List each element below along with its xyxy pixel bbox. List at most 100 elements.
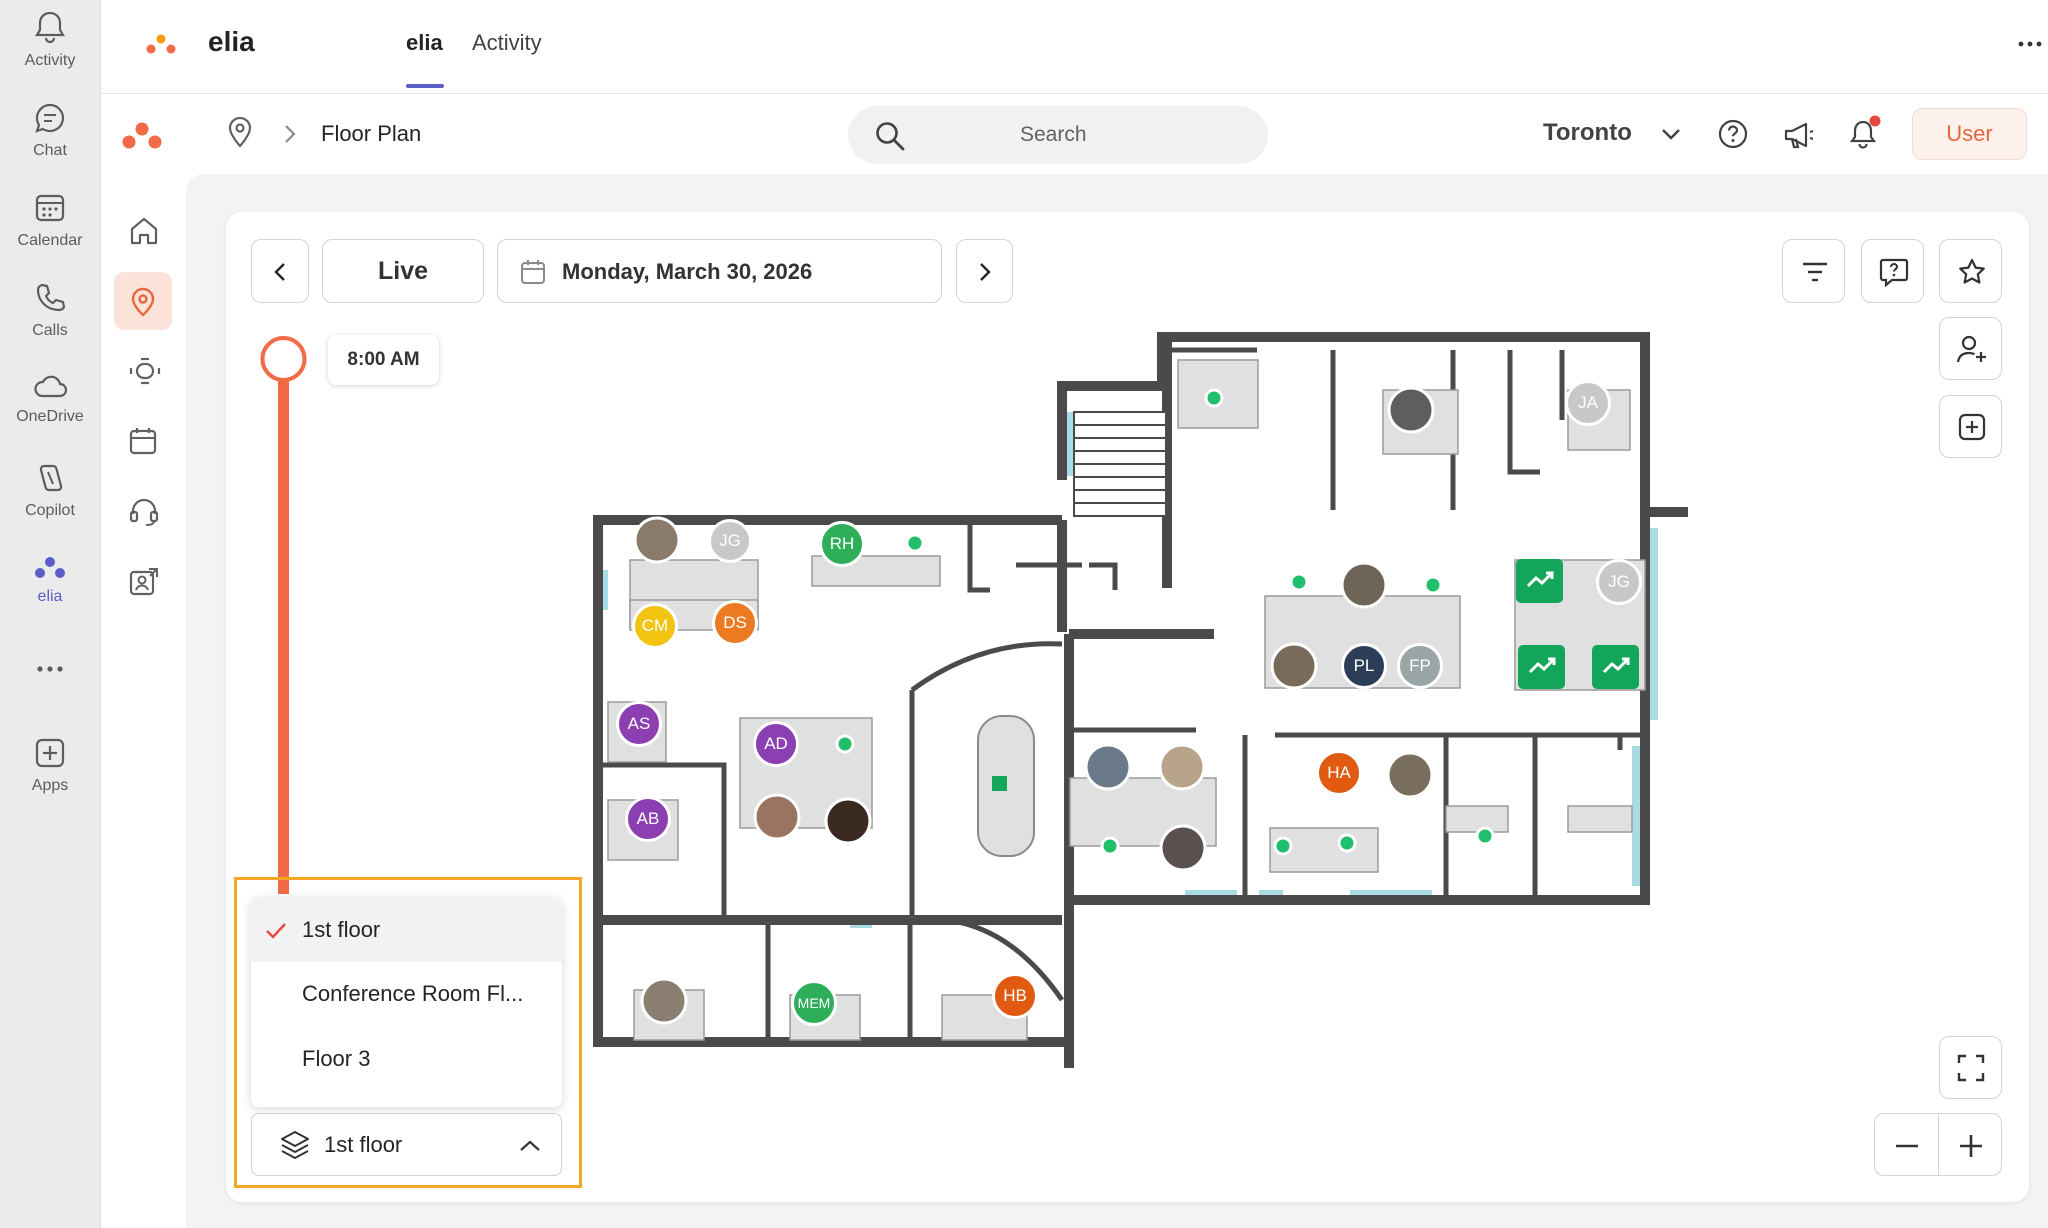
rail-label: Calls [32, 322, 68, 339]
zoom-in-icon[interactable] [1959, 1134, 1983, 1158]
previous-day-button[interactable] [251, 239, 309, 303]
location-selector[interactable]: Toronto [1543, 119, 1632, 147]
floor-option-label: Conference Room Fl... [302, 981, 524, 1006]
teams-top-bar: elia elia Activity [101, 0, 2048, 94]
more-icon [37, 666, 63, 672]
avatar[interactable]: AB [625, 796, 671, 842]
zoom-controls [1874, 1113, 2002, 1176]
meeting-room-icon [129, 357, 161, 385]
rail-label: Calendar [17, 232, 83, 249]
help-icon[interactable] [1718, 119, 1748, 149]
rail-item-calendar[interactable]: Calendar [0, 192, 100, 250]
nav-home[interactable] [114, 202, 172, 260]
floor-option[interactable]: Conference Room Fl... [251, 962, 562, 1026]
location-pin-icon [131, 287, 155, 317]
floor-option[interactable]: Floor 3 [251, 1027, 562, 1091]
rail-label: elia [37, 588, 63, 605]
avatar[interactable]: RH [819, 521, 865, 567]
avatar[interactable]: PL [1341, 643, 1387, 689]
rail-label: Activity [24, 52, 76, 69]
nav-support[interactable] [114, 482, 172, 540]
chevron-left-icon [274, 263, 285, 281]
nav-floor-plan[interactable] [114, 272, 172, 330]
live-button[interactable]: Live [322, 239, 484, 303]
rail-more-button[interactable] [0, 664, 100, 682]
add-person-button[interactable] [1939, 317, 2002, 380]
headset-icon [129, 498, 159, 526]
rail-label: Copilot [25, 502, 75, 519]
copilot-icon [39, 464, 63, 492]
avatar[interactable]: CM [632, 603, 678, 649]
avatar[interactable]: HB [992, 973, 1038, 1019]
filter-button[interactable] [1782, 239, 1845, 303]
avatar[interactable]: MEM [791, 980, 837, 1026]
floor-option-label: 1st floor [302, 917, 381, 942]
timeline-bar [278, 374, 289, 894]
floor-select[interactable]: 1st floor [251, 1113, 562, 1176]
avatar[interactable]: JG [708, 519, 752, 563]
notification-bell-icon[interactable] [1848, 114, 1882, 150]
more-options-icon[interactable] [2018, 40, 2042, 48]
floor-plan[interactable] [590, 330, 1700, 1080]
rail-label: Chat [33, 142, 67, 159]
floor-option[interactable]: 1st floor [251, 898, 562, 962]
avatar[interactable]: JG [1596, 559, 1642, 605]
photo-avatars [633, 386, 1435, 1025]
rail-item-elia[interactable]: elia [0, 556, 100, 606]
add-booking-button[interactable] [1939, 395, 2002, 458]
elia-brand-icon [122, 122, 162, 149]
zoom-out-icon[interactable] [1895, 1144, 1919, 1148]
teams-app-rail: Activity Chat Calendar Calls OneDrive Co… [0, 0, 101, 1228]
avatar[interactable]: FP [1397, 643, 1443, 689]
search-icon [876, 122, 905, 151]
favorite-button[interactable] [1939, 239, 2002, 303]
chevron-down-icon[interactable] [1661, 127, 1681, 141]
rail-item-calls[interactable]: Calls [0, 282, 100, 340]
chevron-right-icon [980, 263, 991, 281]
rail-item-apps[interactable]: Apps [0, 737, 100, 795]
rail-label: OneDrive [16, 408, 84, 425]
nav-bookings[interactable] [114, 412, 172, 470]
search-placeholder: Search [1020, 123, 1087, 146]
avatar[interactable]: AS [616, 701, 662, 747]
page-title: Floor Plan [321, 121, 422, 146]
add-square-icon [1958, 413, 1986, 441]
app-header: Floor Plan Search Toronto User [101, 94, 2048, 174]
stairs [1073, 411, 1167, 517]
tab-elia[interactable]: elia [406, 30, 443, 56]
rail-item-chat[interactable]: Chat [0, 102, 100, 160]
location-pin-icon[interactable] [227, 116, 253, 148]
nav-visitors[interactable] [114, 552, 172, 610]
nav-meeting-rooms[interactable] [114, 342, 172, 400]
elia-icon [35, 557, 65, 578]
rail-item-copilot[interactable]: Copilot [0, 462, 100, 520]
date-picker[interactable]: Monday, March 30, 2026 [497, 239, 942, 303]
active-tab-indicator [406, 84, 444, 88]
megaphone-icon[interactable] [1782, 120, 1814, 150]
chevron-up-icon [520, 1140, 540, 1151]
floor-option-label: Floor 3 [302, 1046, 371, 1071]
avatar[interactable]: AD [753, 721, 799, 767]
app-name: elia [208, 26, 255, 57]
avatar[interactable]: HA [1316, 750, 1362, 796]
timeline-track[interactable] [258, 334, 310, 894]
person-share-icon [129, 568, 158, 596]
fullscreen-button[interactable] [1939, 1036, 2002, 1099]
tab-activity[interactable]: Activity [472, 30, 542, 56]
help-chat-button[interactable] [1861, 239, 1924, 303]
filter-icon [1803, 262, 1827, 282]
calendar-icon [35, 194, 65, 222]
zoom-divider [1938, 1114, 1939, 1175]
rail-item-activity[interactable]: Activity [0, 10, 100, 70]
person-add-icon [1956, 335, 1986, 363]
rail-item-onedrive[interactable]: OneDrive [0, 372, 100, 426]
fullscreen-icon [1957, 1054, 1985, 1082]
avatar[interactable]: DS [712, 600, 758, 646]
user-button[interactable]: User [1912, 108, 2027, 160]
home-icon [130, 217, 158, 245]
date-label: Monday, March 30, 2026 [562, 259, 813, 284]
next-day-button[interactable] [956, 239, 1013, 303]
time-label: 8:00 AM [328, 335, 439, 385]
search-input[interactable]: Search [848, 106, 1268, 164]
avatar[interactable]: JA [1565, 380, 1611, 426]
